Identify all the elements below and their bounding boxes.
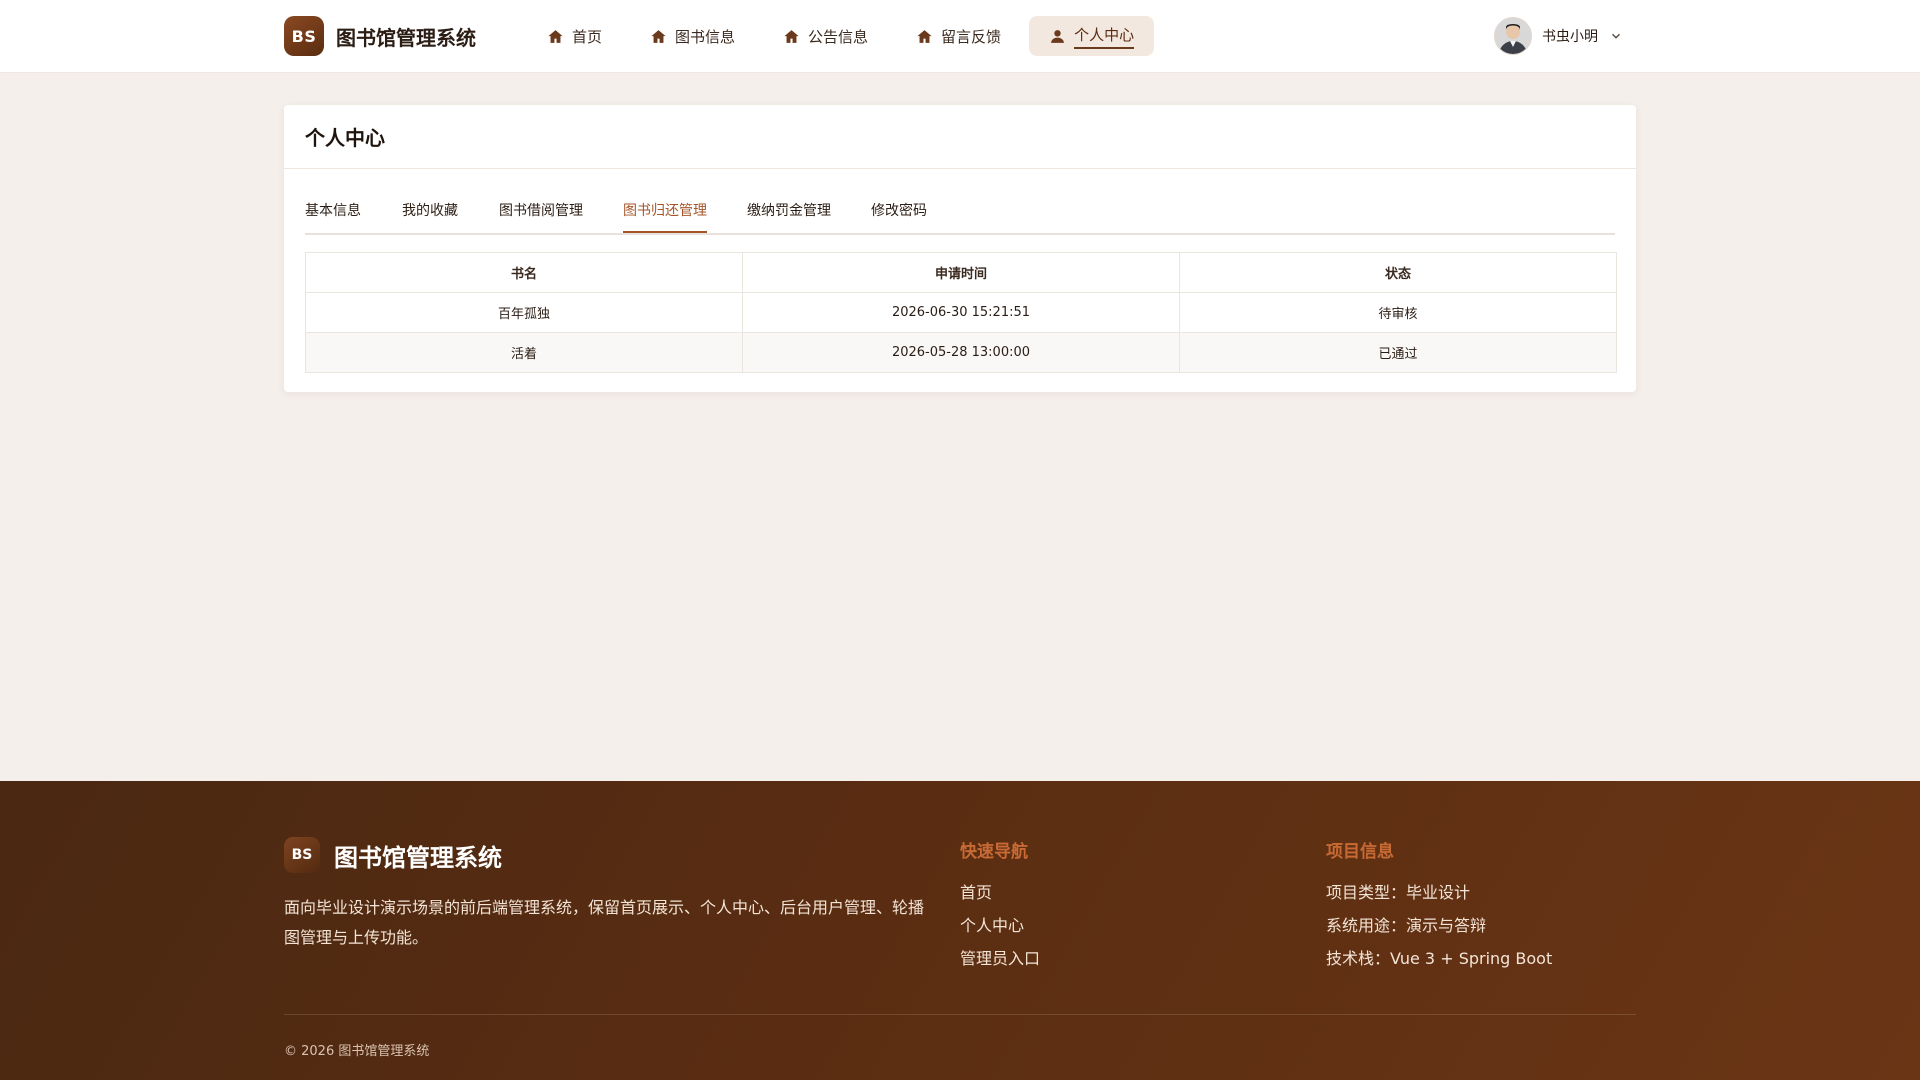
cell-book-name: 活着 [510,347,537,362]
column-header-book-name: 书名 [510,267,537,282]
header-inner: BS 图书馆管理系统 首页 图书信息 公告信息 留言反馈 个人中心 书虫小明 [284,0,1636,72]
footer-info-project-type: 项目类型：毕业设计 [1326,883,1471,902]
chevron-down-icon[interactable] [1610,30,1622,42]
nav-item-notices[interactable]: 公告信息 [763,16,888,56]
footer-brand-name: 图书馆管理系统 [334,843,502,872]
page-title: 个人中心 [305,126,385,150]
tab-favorites[interactable]: 我的收藏 [402,199,458,233]
cell-book-name: 百年孤独 [497,307,550,322]
footer-divider [284,1014,1636,1015]
footer-quick-nav: 快速导航 首页 个人中心 管理员入口 [960,837,1040,975]
cell-apply-time: 2026-05-28 13:00:00 [742,333,1179,372]
nav-item-label: 首页 [572,27,603,46]
nav-item-label: 个人中心 [1074,24,1135,49]
table-row[interactable]: 百年孤独 2026-06-30 15:21:51 待审核 [306,292,1616,332]
footer-link-admin-entry[interactable]: 管理员入口 [960,942,1040,975]
cell-apply-time: 2026-06-30 15:21:51 [742,293,1179,332]
footer-project-info-title: 项目信息 [1326,842,1394,862]
home-icon [651,29,666,43]
main-nav: 首页 图书信息 公告信息 留言反馈 个人中心 [527,16,1162,56]
footer-brand: BS 图书馆管理系统 [284,837,502,873]
tab-return-management[interactable]: 图书归还管理 [623,199,707,233]
user-icon [1051,29,1064,43]
footer-info-system-purpose: 系统用途：演示与答辩 [1326,916,1487,935]
column-header-apply-time: 申请时间 [742,253,1179,292]
tab-change-password[interactable]: 修改密码 [871,199,927,233]
footer-logo: BS [284,837,320,873]
footer-link-personal-center[interactable]: 个人中心 [960,909,1040,942]
footer-link-home[interactable]: 首页 [960,876,1040,909]
home-icon [784,29,799,43]
table-header-row: 书名 申请时间 状态 [306,253,1616,292]
brand-logo: BS [284,16,324,56]
tab-borrow-management[interactable]: 图书借阅管理 [499,199,583,233]
avatar-image [1495,18,1531,54]
brand-name: 图书馆管理系统 [336,25,476,50]
nav-item-feedback[interactable]: 留言反馈 [896,16,1021,56]
nav-item-personal-center[interactable]: 个人中心 [1029,16,1155,56]
footer-project-info: 项目信息 项目类型：毕业设计 系统用途：演示与答辩 技术栈：Vue 3 + Sp… [1326,837,1552,975]
nav-item-label: 留言反馈 [941,27,1002,46]
personal-center-card: 个人中心 基本信息 我的收藏 图书借阅管理 图书归还管理 缴纳罚金管理 修改密码… [284,105,1636,392]
nav-item-home[interactable]: 首页 [527,16,622,56]
tab-fine-management[interactable]: 缴纳罚金管理 [747,199,831,233]
tab-basic-info[interactable]: 基本信息 [305,199,361,233]
column-header-status: 状态 [1179,253,1616,292]
table-row[interactable]: 活着 2026-05-28 13:00:00 已通过 [306,332,1616,372]
home-icon [548,29,563,43]
footer-info-tech-stack: 技术栈：Vue 3 + Spring Boot [1326,949,1553,968]
footer-copyright: © 2026 图书馆管理系统 [284,1044,430,1059]
user-menu[interactable]: 书虫小明 [1494,17,1622,55]
footer-description: 面向毕业设计演示场景的前后端管理系统，保留首页展示、个人中心、后台用户管理、轮播… [284,898,925,947]
footer-quick-nav-title: 快速导航 [960,842,1028,862]
return-table: 书名 申请时间 状态 百年孤独 2026-06-30 15:21:51 待审核 … [305,252,1617,373]
profile-tabs: 基本信息 我的收藏 图书借阅管理 图书归还管理 缴纳罚金管理 修改密码 [305,199,1615,235]
home-icon [917,29,932,43]
cell-status: 待审核 [1179,293,1616,332]
site-footer: BS 图书馆管理系统 面向毕业设计演示场景的前后端管理系统，保留首页展示、个人中… [0,781,1920,1080]
card-header: 个人中心 [284,105,1636,169]
avatar[interactable] [1494,17,1532,55]
nav-item-label: 图书信息 [675,27,736,46]
brand[interactable]: BS 图书馆管理系统 [284,15,476,57]
top-header: BS 图书馆管理系统 首页 图书信息 公告信息 留言反馈 个人中心 书虫小明 [0,0,1920,72]
nav-item-label: 公告信息 [808,27,869,46]
user-name: 书虫小明 [1542,29,1598,45]
nav-item-books[interactable]: 图书信息 [630,16,755,56]
cell-status: 已通过 [1179,333,1616,372]
